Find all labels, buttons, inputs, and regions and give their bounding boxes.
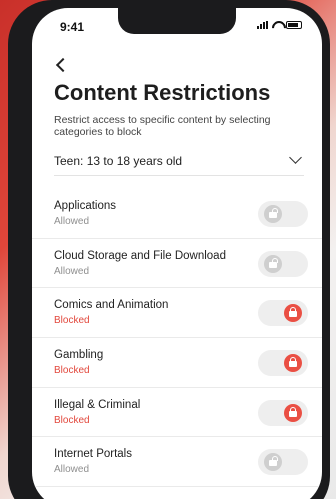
status-icons bbox=[257, 21, 302, 29]
category-row-illegal-criminal: Illegal & Criminal Blocked bbox=[32, 388, 322, 438]
block-toggle[interactable] bbox=[258, 350, 308, 377]
unlock-icon bbox=[269, 257, 278, 268]
category-name: Comics and Animation bbox=[54, 299, 169, 312]
block-toggle[interactable] bbox=[258, 399, 308, 426]
page-subtitle: Restrict access to specific content by s… bbox=[54, 114, 271, 138]
category-status: Allowed bbox=[54, 464, 90, 476]
toggle-knob bbox=[284, 403, 302, 422]
category-name: Cloud Storage and File Download bbox=[54, 249, 226, 262]
age-range-select[interactable]: Teen: 13 to 18 years old bbox=[54, 150, 304, 176]
category-row-gambling: Gambling Blocked bbox=[32, 338, 322, 388]
lock-icon bbox=[289, 406, 297, 417]
category-list: Applications Allowed Cloud Storage and F… bbox=[32, 189, 322, 488]
block-toggle[interactable] bbox=[258, 201, 308, 227]
category-row-comics: Comics and Animation Blocked bbox=[32, 288, 322, 339]
phone-frame: 9:41 Content Restrictions Restrict acces… bbox=[8, 0, 330, 499]
category-status: Blocked bbox=[54, 315, 90, 327]
category-status: Allowed bbox=[54, 265, 90, 277]
wifi-icon bbox=[272, 21, 282, 29]
toggle-knob bbox=[264, 453, 282, 472]
toggle-knob bbox=[264, 254, 282, 273]
app-screen: 9:41 Content Restrictions Restrict acces… bbox=[32, 8, 322, 499]
age-range-value: Teen: 13 to 18 years old bbox=[54, 154, 183, 168]
chevron-down-icon bbox=[289, 151, 302, 164]
status-bar: 9:41 bbox=[32, 8, 322, 42]
category-name: Internet Portals bbox=[54, 448, 132, 461]
block-toggle[interactable] bbox=[258, 250, 308, 277]
category-name: Gambling bbox=[54, 349, 104, 362]
toggle-knob bbox=[264, 205, 282, 223]
unlock-icon bbox=[269, 208, 278, 218]
lock-icon bbox=[289, 307, 297, 318]
category-status: Blocked bbox=[54, 414, 90, 426]
back-button[interactable] bbox=[54, 56, 68, 74]
block-toggle[interactable] bbox=[258, 300, 308, 327]
category-status: Blocked bbox=[54, 365, 90, 377]
status-time: 9:41 bbox=[60, 20, 85, 34]
category-row-applications: Applications Allowed bbox=[32, 189, 322, 239]
signal-icon bbox=[257, 21, 268, 29]
category-name: Applications bbox=[54, 200, 117, 212]
lock-icon bbox=[289, 357, 297, 368]
toggle-knob bbox=[284, 304, 302, 323]
category-row-internet-portals: Internet Portals Allowed bbox=[32, 437, 322, 488]
toggle-knob bbox=[284, 354, 302, 373]
page-title: Content Restrictions bbox=[54, 80, 271, 105]
category-status: Allowed bbox=[54, 216, 90, 227]
category-row-cloud-storage: Cloud Storage and File Download Allowed bbox=[32, 239, 322, 289]
block-toggle[interactable] bbox=[258, 449, 308, 476]
unlock-icon bbox=[269, 456, 278, 467]
battery-icon bbox=[286, 21, 302, 29]
category-name: Illegal & Criminal bbox=[54, 398, 141, 411]
notch bbox=[118, 8, 236, 34]
